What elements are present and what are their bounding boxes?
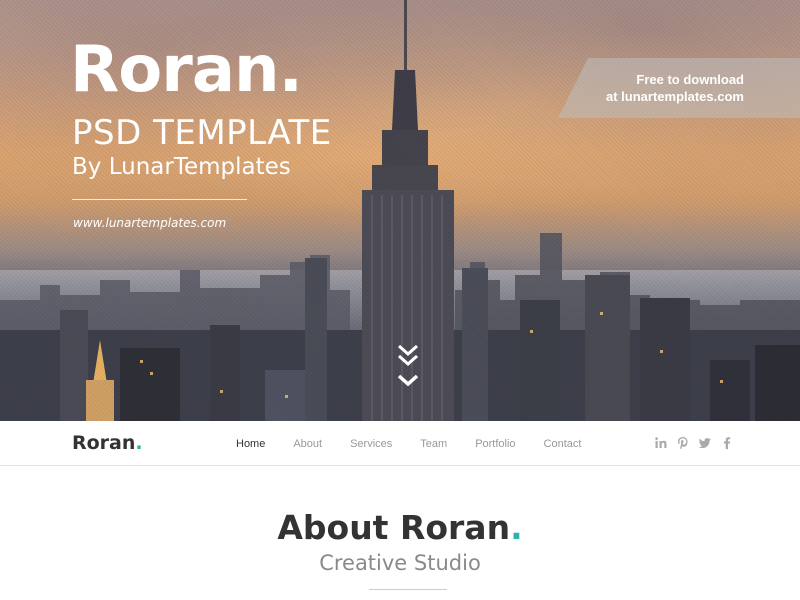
about-divider	[369, 589, 447, 590]
download-ribbon-text[interactable]: Free to download at lunartemplates.com	[588, 71, 744, 105]
linkedin-icon[interactable]	[654, 436, 668, 450]
hero-divider	[72, 199, 247, 200]
chevron-double-down-icon[interactable]	[396, 342, 420, 392]
nav-item-home[interactable]: Home	[236, 437, 265, 451]
hero-url-link[interactable]: www.lunartemplates.com	[73, 216, 226, 230]
nav-item-services[interactable]: Services	[350, 437, 392, 451]
nav-menu: Home About Services Team Portfolio Conta…	[236, 437, 609, 451]
about-subtitle: Creative Studio	[319, 551, 481, 575]
hero-byline: By LunarTemplates	[72, 154, 291, 180]
nav-item-contact[interactable]: Contact	[544, 437, 582, 451]
about-title: About Roran.	[277, 508, 523, 547]
facebook-icon[interactable]	[720, 436, 734, 450]
nav-item-portfolio[interactable]: Portfolio	[475, 437, 515, 451]
twitter-icon[interactable]	[698, 436, 712, 450]
hero-banner: Roran. PSD TEMPLATE By LunarTemplates ww…	[0, 0, 800, 421]
nav-item-about[interactable]: About	[293, 437, 322, 451]
main-navbar: Roran. Home About Services Team Portfoli…	[0, 421, 800, 466]
hero-subtitle: PSD TEMPLATE	[72, 113, 332, 153]
social-links	[654, 436, 734, 450]
ribbon-line-1: Free to download	[636, 72, 744, 87]
nav-item-team[interactable]: Team	[420, 437, 447, 451]
nav-logo[interactable]: Roran.	[72, 432, 143, 454]
pinterest-icon[interactable]	[676, 436, 690, 450]
hero-brand-title: Roran.	[70, 33, 303, 107]
ribbon-line-2: at lunartemplates.com	[606, 89, 744, 104]
